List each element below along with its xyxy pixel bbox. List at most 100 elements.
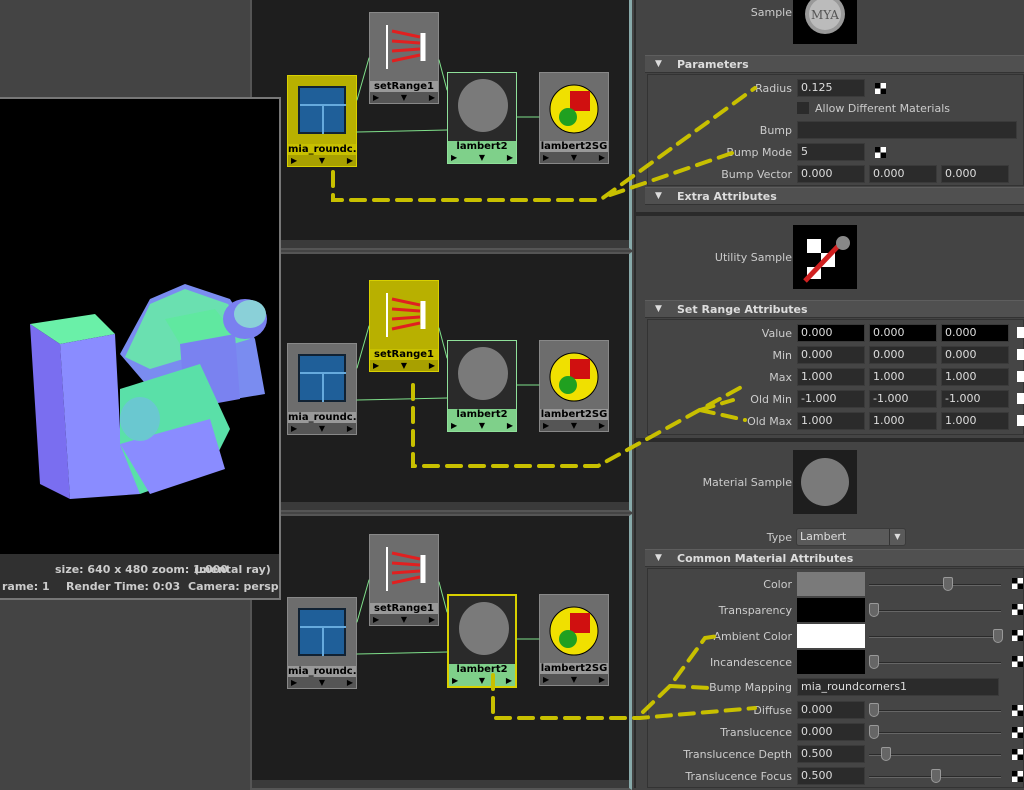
set-range-field[interactable]: 1.000 (941, 412, 1009, 430)
node-setrange[interactable]: setRange1 ▶ ▼ ▶ (369, 280, 439, 372)
set-range-field[interactable]: 1.000 (869, 412, 937, 430)
map-button-icon[interactable] (1012, 630, 1023, 641)
expand-arrow-icon[interactable]: ▼ (319, 155, 325, 166)
input-port-icon[interactable]: ▶ (451, 152, 457, 163)
output-port-icon[interactable]: ▶ (506, 675, 512, 686)
set-range-field[interactable]: -1.000 (869, 390, 937, 408)
expand-arrow-icon[interactable]: ▼ (319, 677, 325, 688)
output-port-icon[interactable]: ▶ (347, 155, 353, 166)
input-port-icon[interactable]: ▶ (291, 423, 297, 434)
input-port-icon[interactable]: ▶ (373, 360, 379, 371)
node-sg[interactable]: lambert2SG ▶ ▼ ▶ (539, 594, 609, 686)
set-range-field[interactable]: 0.000 (869, 324, 937, 342)
map-button-icon[interactable] (1017, 393, 1024, 404)
bump-field[interactable] (797, 121, 1017, 139)
map-button-icon[interactable] (1012, 749, 1023, 760)
set-range-field[interactable]: -1.000 (941, 390, 1009, 408)
slider-thumb[interactable] (931, 769, 941, 783)
set-range-field[interactable]: -1.000 (797, 390, 865, 408)
slider-thumb[interactable] (869, 725, 879, 739)
input-port-icon[interactable]: ▶ (291, 155, 297, 166)
color-slider[interactable] (869, 577, 1001, 591)
radius-field[interactable]: 0.125 (797, 79, 865, 97)
bump-vector-x[interactable]: 0.000 (797, 165, 865, 183)
map-button-icon[interactable] (1017, 327, 1024, 338)
output-port-icon[interactable]: ▶ (507, 152, 513, 163)
bump-vector-z[interactable]: 0.000 (941, 165, 1009, 183)
set-range-field[interactable]: 1.000 (797, 368, 865, 386)
bump-mode-field[interactable]: 5 (797, 143, 865, 161)
type-dropdown[interactable]: Lambert ▼ (796, 528, 906, 546)
numeric-slider[interactable] (869, 703, 1001, 717)
set-range-field[interactable]: 1.000 (869, 368, 937, 386)
node-lambert[interactable]: lambert2 ▶ ▼ ▶ (447, 340, 517, 432)
node-setrange[interactable]: setRange1 ▶ ▼ ▶ (369, 534, 439, 626)
set-range-field[interactable]: 0.000 (797, 324, 865, 342)
output-port-icon[interactable]: ▶ (599, 420, 605, 431)
expand-arrow-icon[interactable]: ▼ (571, 420, 577, 431)
output-port-icon[interactable]: ▶ (507, 420, 513, 431)
node-sg[interactable]: lambert2SG ▶ ▼ ▶ (539, 340, 609, 432)
set-range-field[interactable]: 1.000 (941, 368, 1009, 386)
color-slider[interactable] (869, 603, 1001, 617)
allow-different-materials-checkbox[interactable] (797, 102, 809, 114)
map-button-icon[interactable] (1017, 415, 1024, 426)
input-port-icon[interactable]: ▶ (543, 420, 549, 431)
section-set-range-attributes[interactable]: ▼ Set Range Attributes (645, 300, 1024, 318)
map-button-icon[interactable] (1012, 604, 1023, 615)
input-port-icon[interactable]: ▶ (451, 420, 457, 431)
map-button-icon[interactable] (1017, 349, 1024, 360)
expand-arrow-icon[interactable]: ▼ (571, 674, 577, 685)
color-slider[interactable] (869, 655, 1001, 669)
map-button-icon[interactable] (1012, 727, 1023, 738)
set-range-field[interactable]: 0.000 (941, 346, 1009, 364)
expand-arrow-icon[interactable]: ▼ (479, 152, 485, 163)
numeric-attr-field[interactable]: 0.500 (797, 767, 865, 785)
expand-arrow-icon[interactable]: ▼ (479, 675, 485, 686)
bump-vector-y[interactable]: 0.000 (869, 165, 937, 183)
node-lambert[interactable]: lambert2 ▶ ▼ ▶ (447, 72, 517, 164)
slider-thumb[interactable] (993, 629, 1003, 643)
input-port-icon[interactable]: ▶ (543, 152, 549, 163)
output-port-icon[interactable]: ▶ (429, 92, 435, 103)
numeric-slider[interactable] (869, 747, 1001, 761)
color-swatch[interactable] (797, 650, 865, 674)
node-mia[interactable]: mia_roundc...▶ ▼ ▶ (287, 75, 357, 167)
bump-mapping-field[interactable]: mia_roundcorners1 (797, 678, 999, 696)
numeric-attr-field[interactable]: 0.500 (797, 745, 865, 763)
output-port-icon[interactable]: ▶ (599, 152, 605, 163)
map-button-icon[interactable] (1012, 656, 1023, 667)
set-range-field[interactable]: 1.000 (797, 412, 865, 430)
set-range-field[interactable]: 0.000 (797, 346, 865, 364)
color-swatch[interactable] (797, 598, 865, 622)
numeric-slider[interactable] (869, 769, 1001, 783)
map-button-icon[interactable] (1017, 371, 1024, 382)
output-port-icon[interactable]: ▶ (347, 423, 353, 434)
expand-arrow-icon[interactable]: ▼ (401, 614, 407, 625)
input-port-icon[interactable]: ▶ (373, 614, 379, 625)
render-view[interactable]: size: 640 x 480 zoom: 1.000 (mental ray)… (0, 97, 281, 600)
expand-arrow-icon[interactable]: ▼ (479, 420, 485, 431)
color-swatch[interactable] (797, 624, 865, 648)
expand-arrow-icon[interactable]: ▼ (319, 423, 325, 434)
expand-arrow-icon[interactable]: ▼ (401, 92, 407, 103)
input-port-icon[interactable]: ▶ (373, 92, 379, 103)
color-slider[interactable] (869, 629, 1003, 643)
output-port-icon[interactable]: ▶ (599, 674, 605, 685)
section-extra-attributes[interactable]: ▼ Extra Attributes (645, 187, 1024, 205)
node-setrange[interactable]: setRange1 ▶ ▼ ▶ (369, 12, 439, 104)
input-port-icon[interactable]: ▶ (543, 674, 549, 685)
numeric-slider[interactable] (869, 725, 1001, 739)
numeric-attr-field[interactable]: 0.000 (797, 723, 865, 741)
section-common-material-attributes[interactable]: ▼ Common Material Attributes (645, 549, 1024, 567)
slider-thumb[interactable] (869, 703, 879, 717)
slider-thumb[interactable] (943, 577, 954, 591)
expand-arrow-icon[interactable]: ▼ (401, 360, 407, 371)
expand-arrow-icon[interactable]: ▼ (571, 152, 577, 163)
set-range-field[interactable]: 0.000 (941, 324, 1009, 342)
node-lambert[interactable]: lambert2 ▶ ▼ ▶ (447, 594, 517, 688)
node-mia[interactable]: mia_roundc...▶ ▼ ▶ (287, 343, 357, 435)
input-port-icon[interactable]: ▶ (452, 675, 458, 686)
numeric-attr-field[interactable]: 0.000 (797, 701, 865, 719)
output-port-icon[interactable]: ▶ (347, 677, 353, 688)
